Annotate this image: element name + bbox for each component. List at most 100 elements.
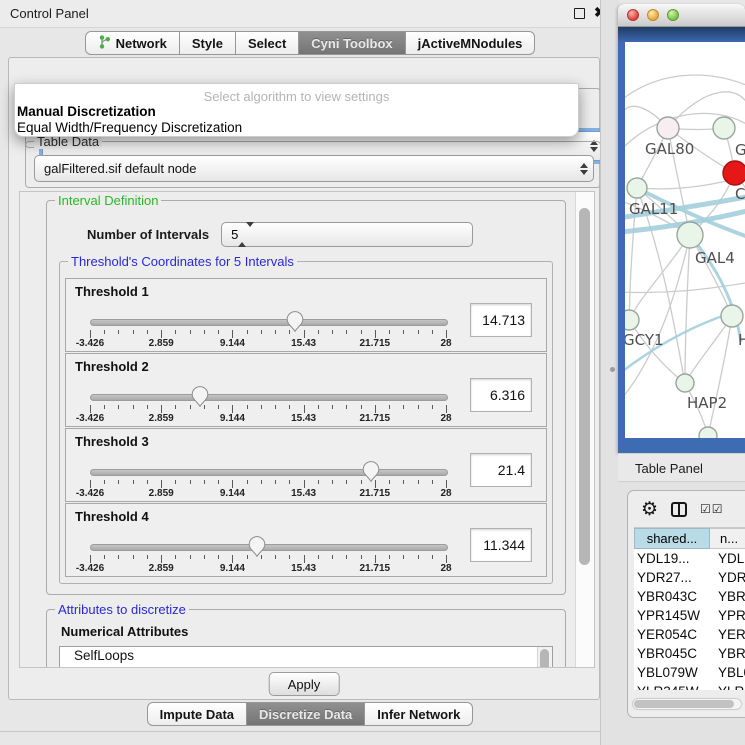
tab-label: Discretize Data bbox=[259, 707, 352, 722]
table-cell[interactable]: YBR043C bbox=[634, 589, 710, 604]
table-cell[interactable]: YLR3... bbox=[710, 684, 745, 690]
network-node-h[interactable] bbox=[721, 305, 743, 327]
tab-label: Style bbox=[192, 36, 223, 51]
slider-thumb[interactable] bbox=[248, 536, 266, 557]
interval-definition-group: Interval Definition Number of Intervals … bbox=[46, 200, 566, 595]
slider-track[interactable] bbox=[90, 394, 448, 401]
network-node-gal11[interactable] bbox=[627, 178, 647, 198]
tab-jactivemnodules[interactable]: jActiveMNodules bbox=[406, 31, 536, 55]
number-of-intervals-label: Number of Intervals bbox=[87, 227, 209, 242]
slider-tick bbox=[403, 405, 404, 409]
table-cell[interactable]: YBL079W bbox=[634, 665, 710, 680]
table-cell[interactable]: YER054C bbox=[634, 627, 710, 642]
checkboxes-icon[interactable]: ☑☑ bbox=[700, 502, 724, 516]
tab-impute-data[interactable]: Impute Data bbox=[147, 702, 247, 726]
list-scrollbar-thumb[interactable] bbox=[540, 649, 549, 667]
mac-close-button[interactable] bbox=[627, 9, 639, 21]
slider-tick bbox=[275, 405, 276, 409]
number-of-intervals-combobox[interactable]: 5 bbox=[221, 222, 473, 247]
table-cell[interactable]: YDR27... bbox=[634, 570, 710, 585]
slider-tick bbox=[346, 555, 347, 559]
slider-tick bbox=[289, 480, 290, 484]
slider-track[interactable] bbox=[90, 319, 448, 326]
threshold-value-field[interactable]: 14.713 bbox=[470, 303, 532, 337]
network-node-hap2[interactable] bbox=[676, 374, 694, 392]
tab-discretize-data[interactable]: Discretize Data bbox=[247, 702, 365, 726]
table-data-combobox[interactable]: galFiltered.sif default node bbox=[34, 155, 594, 182]
table-cell[interactable]: YBR0... bbox=[710, 589, 745, 604]
table-cell[interactable]: YLR345W bbox=[634, 684, 710, 690]
table-cell[interactable]: YDL19... bbox=[634, 551, 710, 566]
tab-network[interactable]: Network bbox=[85, 31, 180, 55]
attribute-item-topologicalcoefficient[interactable]: TopologicalCoefficient bbox=[60, 665, 552, 667]
gear-icon[interactable]: ⚙ bbox=[641, 500, 658, 519]
slider-tick bbox=[204, 330, 205, 334]
attribute-item-selfloops[interactable]: SelfLoops bbox=[60, 647, 552, 665]
threshold-value-field[interactable]: 6.316 bbox=[470, 378, 532, 412]
apply-button[interactable]: Apply bbox=[269, 672, 340, 696]
table-row[interactable]: YDR27...YDR2... bbox=[634, 568, 745, 587]
tab-select[interactable]: Select bbox=[236, 31, 299, 55]
network-node-ga[interactable] bbox=[713, 117, 735, 139]
table-row[interactable]: YDL19...YDL1... bbox=[634, 549, 745, 568]
column-header-1[interactable]: shared... bbox=[634, 528, 710, 549]
table-row[interactable]: YER054CYER0... bbox=[634, 625, 745, 644]
slider-tick bbox=[175, 480, 176, 484]
table-row[interactable]: YBL079WYBL0... bbox=[634, 663, 745, 682]
network-node-gcy1[interactable] bbox=[625, 310, 639, 330]
tab-style[interactable]: Style bbox=[180, 31, 236, 55]
table-cell[interactable]: YBL0... bbox=[710, 665, 745, 680]
table-hscrollbar-thumb[interactable] bbox=[634, 700, 734, 708]
table-row[interactable]: YLR345WYLR3... bbox=[634, 682, 745, 690]
table-row[interactable]: YBR045CYBR0... bbox=[634, 644, 745, 663]
table-row[interactable]: YBR043CYBR0... bbox=[634, 587, 745, 606]
tab-infer-network[interactable]: Infer Network bbox=[365, 702, 473, 726]
slider-tick bbox=[147, 480, 148, 484]
slider-track[interactable] bbox=[90, 544, 448, 551]
table-cell[interactable]: YBR0... bbox=[710, 646, 745, 661]
table-cell[interactable]: YPR1... bbox=[710, 608, 745, 623]
network-node-c[interactable] bbox=[723, 161, 745, 185]
node-label: GAL4 bbox=[695, 249, 735, 267]
control-panel-titlebar: Control Panel ✖ bbox=[0, 0, 618, 28]
table-row[interactable]: YPR145WYPR1... bbox=[634, 606, 745, 625]
table-cell[interactable]: YDR2... bbox=[710, 570, 745, 585]
slider-thumb[interactable] bbox=[191, 386, 209, 407]
column-header-2[interactable]: n... bbox=[710, 528, 745, 549]
numerical-attributes-list[interactable]: SelfLoopsTopologicalCoefficientBetweenne… bbox=[59, 646, 553, 667]
network-window-titlebar[interactable] bbox=[618, 4, 745, 27]
tab-cyni-toolbox[interactable]: Cyni Toolbox bbox=[299, 31, 405, 55]
slider-tick bbox=[218, 555, 219, 559]
table-cell[interactable]: YBR045C bbox=[634, 646, 710, 661]
slider-tick-label: 15.43 bbox=[291, 338, 316, 349]
table-cell[interactable]: YDL1... bbox=[710, 551, 745, 566]
slider-tick-label: 2.859 bbox=[149, 338, 174, 349]
threshold-value-field[interactable]: 21.4 bbox=[470, 453, 532, 487]
float-icon[interactable] bbox=[574, 8, 585, 19]
table-cell[interactable]: YPR145W bbox=[634, 608, 710, 623]
list-scrollbar[interactable] bbox=[537, 647, 552, 667]
splitter-grip[interactable] bbox=[610, 367, 615, 372]
main-scrollbar[interactable] bbox=[575, 192, 594, 667]
main-scrollbar-thumb[interactable] bbox=[579, 208, 590, 565]
slider-thumb[interactable] bbox=[286, 311, 304, 332]
slider-track[interactable] bbox=[90, 469, 448, 476]
mac-zoom-button[interactable] bbox=[667, 9, 679, 21]
table-cell[interactable]: YER0... bbox=[710, 627, 745, 642]
threshold-label: Threshold 3 bbox=[75, 434, 149, 449]
network-node-gal80[interactable] bbox=[657, 117, 679, 139]
algorithm-option-equal-width-frequency-discretization[interactable]: Equal Width/Frequency Discretization bbox=[15, 120, 578, 136]
network-node[interactable] bbox=[699, 427, 717, 438]
network-edge bbox=[629, 235, 690, 320]
network-node-gal4[interactable] bbox=[677, 222, 703, 248]
mac-minimize-button[interactable] bbox=[647, 9, 659, 21]
slider-tick bbox=[104, 555, 105, 559]
columns-icon[interactable] bbox=[671, 502, 687, 517]
algorithm-option-manual-discretization[interactable]: Manual Discretization bbox=[15, 104, 578, 120]
threshold-value-field[interactable]: 11.344 bbox=[470, 528, 532, 562]
network-canvas[interactable]: GAL80GACGAL11GAL4GCY1HHAP2 bbox=[625, 42, 745, 438]
table-hscrollbar[interactable] bbox=[632, 698, 742, 710]
panel-splitter[interactable] bbox=[600, 0, 619, 745]
slider-tick bbox=[332, 330, 333, 334]
slider-thumb[interactable] bbox=[362, 461, 380, 482]
